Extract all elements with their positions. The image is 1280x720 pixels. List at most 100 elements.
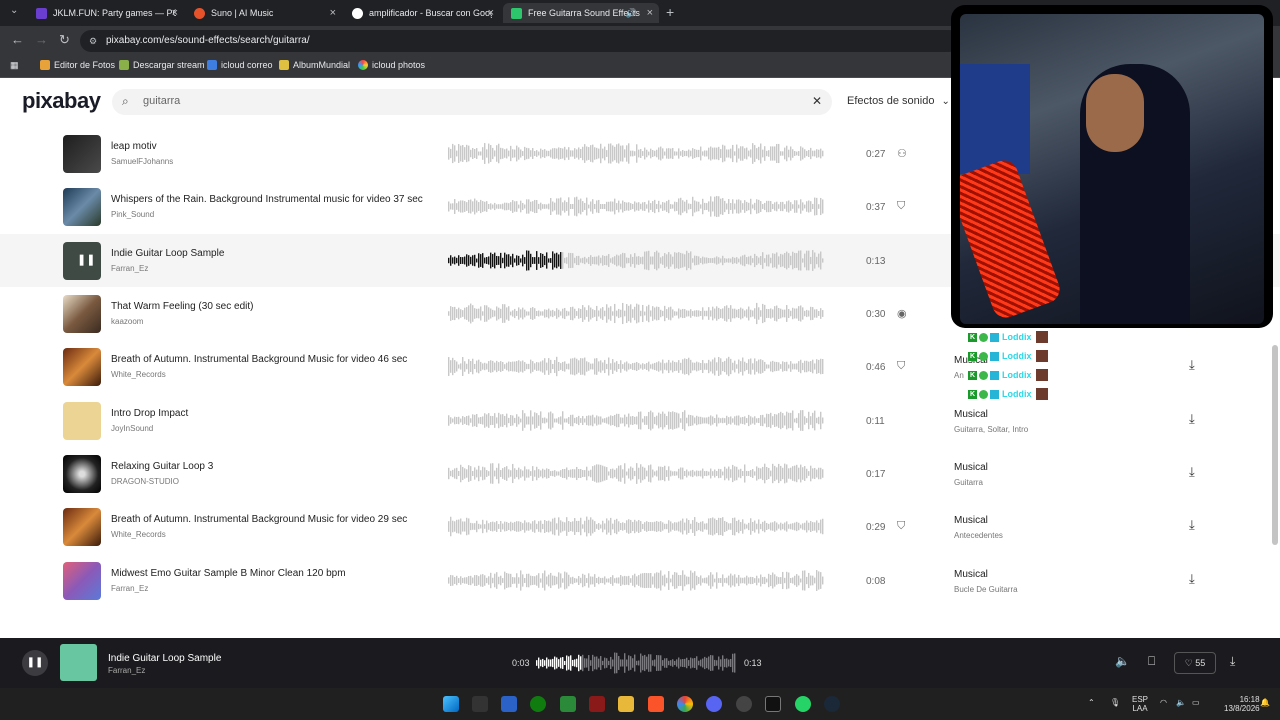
track-thumbnail[interactable] (63, 402, 101, 440)
track-tags[interactable]: Antecedentes (954, 531, 1003, 540)
windows-start-icon[interactable] (443, 696, 459, 712)
track-title[interactable]: Indie Guitar Loop Sample (111, 248, 224, 259)
tray-overflow-icon[interactable]: ⌃ (1088, 698, 1095, 707)
track-title[interactable]: Breath of Autumn. Instrumental Backgroun… (111, 514, 407, 525)
bookmark-editor-fotos[interactable]: Editor de Fotos (40, 60, 115, 70)
search-box[interactable]: ⌕ guitarra ✕ (112, 89, 832, 115)
capcut-icon[interactable] (765, 696, 781, 712)
track-author[interactable]: DRAGON-STUDIO (111, 477, 179, 486)
forward-icon[interactable]: → (35, 32, 48, 47)
bookmark-icon[interactable]: ⎕ (1148, 654, 1155, 669)
list-item[interactable]: Breath of Autumn. Instrumental Backgroun… (0, 500, 1280, 553)
track-thumbnail[interactable] (63, 508, 101, 546)
pause-icon[interactable]: ❚❚ (77, 253, 95, 266)
waveform[interactable] (448, 514, 824, 539)
list-item[interactable]: Intro Drop Impact JoyInSound 0:11 Musica… (0, 394, 1280, 447)
download-icon[interactable]: ⤓ (1189, 464, 1195, 480)
track-category[interactable]: Musical (954, 409, 988, 420)
tab-google[interactable]: amplificador - Buscar con Goog × (344, 3, 500, 23)
file-explorer-icon[interactable] (618, 696, 634, 712)
bookmark-icloud-photos[interactable]: icloud photos (358, 60, 425, 70)
minecraft-icon[interactable] (560, 696, 576, 712)
store-icon[interactable] (501, 696, 517, 712)
track-title[interactable]: Midwest Emo Guitar Sample B Minor Clean … (111, 568, 346, 579)
reload-icon[interactable]: ↻ (59, 32, 70, 48)
download-icon[interactable]: ⤓ (1230, 654, 1235, 669)
waveform[interactable] (448, 194, 824, 219)
track-title[interactable]: That Warm Feeling (30 sec edit) (111, 301, 253, 312)
waveform[interactable] (448, 141, 824, 166)
waveform[interactable] (448, 408, 824, 433)
track-title[interactable]: Whispers of the Rain. Background Instrum… (111, 194, 423, 205)
track-thumbnail[interactable] (63, 455, 101, 493)
game-icon[interactable] (589, 696, 605, 712)
track-author[interactable]: White_Records (111, 370, 166, 379)
tab-jklm[interactable]: JKLM.FUN: Party games — PC & × (28, 3, 184, 23)
close-tab-icon[interactable]: × (330, 7, 336, 19)
discord-icon[interactable] (706, 696, 722, 712)
track-author[interactable]: White_Records (111, 530, 166, 539)
brave-icon[interactable] (648, 696, 664, 712)
speaker-icon[interactable]: 🔊 (626, 8, 637, 19)
waveform[interactable] (448, 248, 824, 273)
download-icon[interactable]: ⤓ (1189, 357, 1195, 373)
notification-icon[interactable]: 🔔 (1260, 698, 1270, 707)
track-tags[interactable]: Guitarra, Soltar, Intro (954, 425, 1028, 434)
track-thumbnail[interactable] (63, 135, 101, 173)
list-item[interactable]: Midwest Emo Guitar Sample B Minor Clean … (0, 554, 1280, 607)
download-icon[interactable]: ⤓ (1189, 517, 1195, 533)
track-author[interactable]: Pink_Sound (111, 210, 154, 219)
address-bar[interactable]: ⚙ pixabay.com/es/sound-effects/search/gu… (80, 30, 960, 52)
track-author[interactable]: kaazoom (111, 317, 143, 326)
language-indicator[interactable]: ESP LAA (1132, 695, 1148, 713)
track-tags[interactable]: Bucle De Guitarra (954, 585, 1018, 594)
track-tags[interactable]: Guitarra (954, 478, 983, 487)
back-icon[interactable]: ← (11, 32, 24, 47)
xbox-icon[interactable] (530, 696, 546, 712)
track-author[interactable]: JoyInSound (111, 424, 153, 433)
player-waveform[interactable] (536, 650, 736, 676)
track-thumbnail[interactable] (63, 188, 101, 226)
track-author[interactable]: Farran_Ez (111, 264, 148, 273)
close-tab-icon[interactable]: × (488, 7, 494, 19)
volume-icon[interactable]: 🔈 (1176, 698, 1186, 707)
track-thumbnail[interactable] (63, 562, 101, 600)
battery-icon[interactable]: ▭ (1192, 698, 1200, 707)
close-tab-icon[interactable]: × (172, 7, 178, 19)
like-button[interactable]: ♡ 55 (1174, 652, 1216, 674)
track-author[interactable]: Farran_Ez (111, 584, 148, 593)
track-thumbnail[interactable] (63, 295, 101, 333)
apps-grid-icon[interactable]: ▦ (10, 60, 19, 71)
tab-pixabay[interactable]: Free Guitarra Sound Effects 🔊 × (503, 3, 659, 23)
pixabay-logo[interactable]: pixabay (22, 88, 101, 114)
waveform[interactable] (448, 354, 824, 379)
tab-search-icon[interactable]: ⌄ (10, 5, 18, 16)
download-icon[interactable]: ⤓ (1189, 571, 1195, 587)
wifi-icon[interactable]: ◠ (1160, 698, 1167, 707)
player-track-title[interactable]: Indie Guitar Loop Sample (108, 653, 221, 664)
volume-icon[interactable]: 🔈 (1115, 654, 1130, 668)
tab-suno[interactable]: Suno | AI Music × (186, 3, 342, 23)
site-info-icon[interactable]: ⚙ (89, 30, 97, 52)
waveform[interactable] (448, 461, 824, 486)
list-item[interactable]: Relaxing Guitar Loop 3 DRAGON-STUDIO 0:1… (0, 447, 1280, 500)
waveform[interactable] (448, 568, 824, 593)
track-author[interactable]: SamuelFJohanns (111, 157, 173, 166)
track-thumbnail[interactable]: ❚❚ (63, 242, 101, 280)
category-dropdown[interactable]: Efectos de sonido ⌄ (847, 95, 950, 107)
page-scrollbar[interactable] (1272, 345, 1278, 545)
download-icon[interactable]: ⤓ (1189, 411, 1195, 427)
list-item[interactable]: Breath of Autumn. Instrumental Backgroun… (0, 340, 1280, 393)
track-title[interactable]: Intro Drop Impact (111, 408, 188, 419)
whatsapp-icon[interactable] (795, 696, 811, 712)
pause-button[interactable]: ❚❚ (22, 650, 48, 676)
bookmark-icloud-correo[interactable]: icloud correo (207, 60, 273, 70)
waveform[interactable] (448, 301, 824, 326)
bookmark-descargar-stream[interactable]: Descargar stream (119, 60, 205, 70)
steam-icon[interactable] (824, 696, 840, 712)
close-tab-icon[interactable]: × (647, 7, 653, 19)
new-tab-icon[interactable]: + (666, 4, 674, 20)
chrome-icon[interactable] (677, 696, 693, 712)
obs-icon[interactable] (736, 696, 752, 712)
track-category[interactable]: Musical (954, 462, 988, 473)
